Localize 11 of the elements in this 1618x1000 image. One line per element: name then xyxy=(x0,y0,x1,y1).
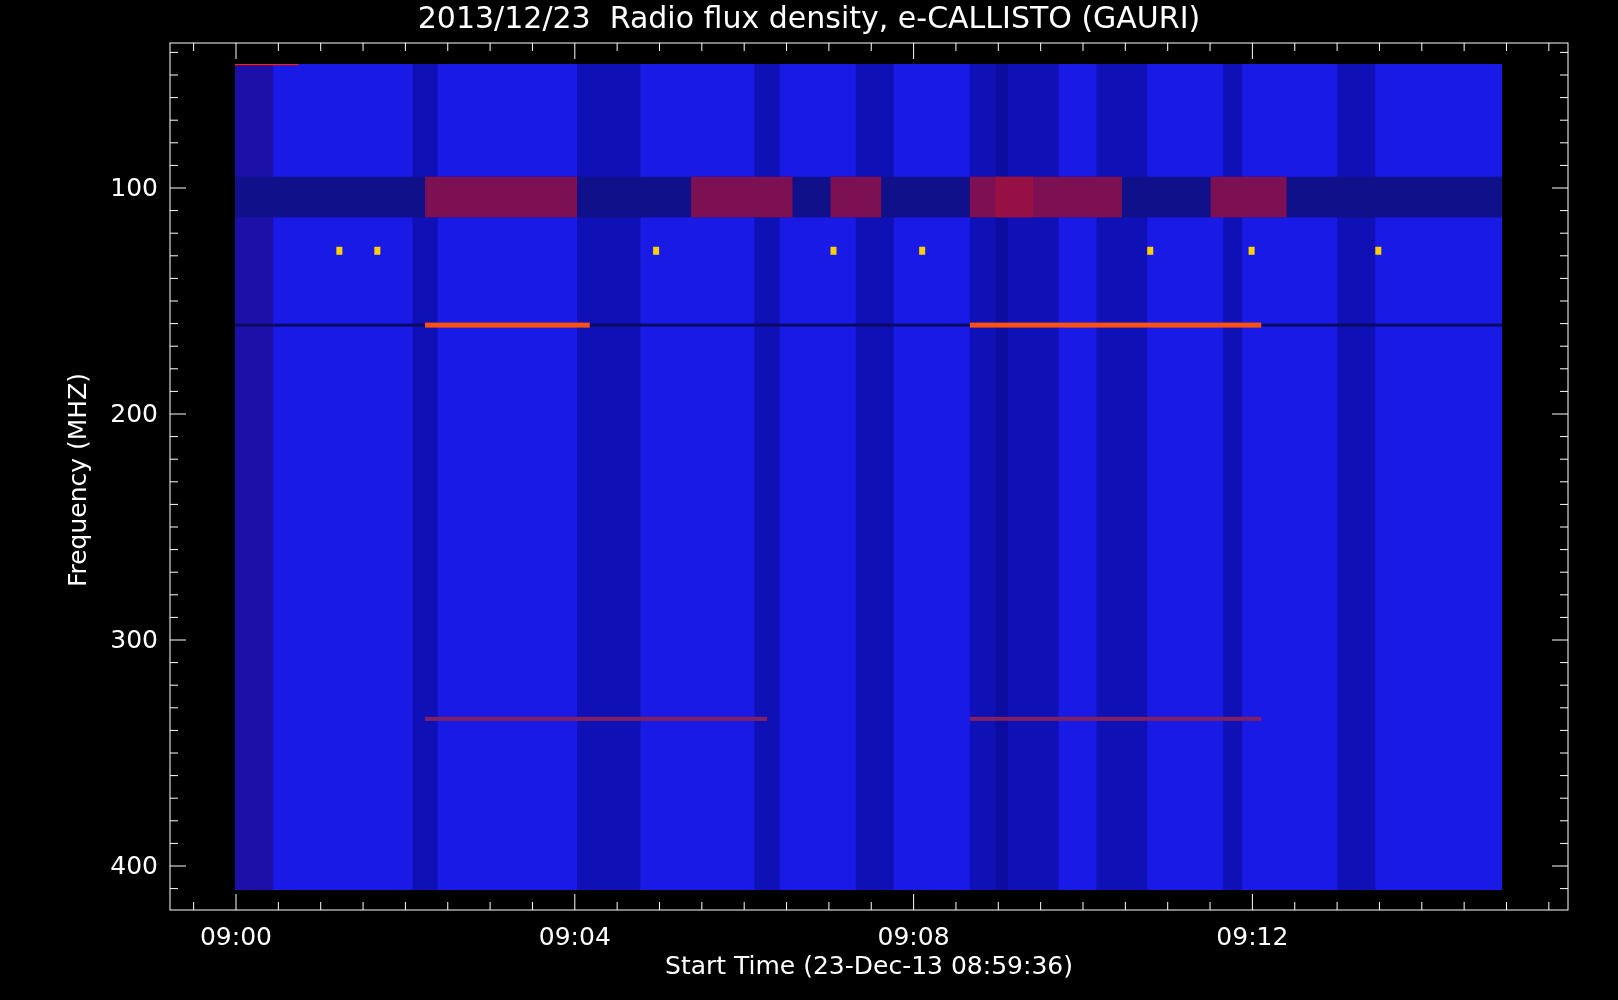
y-axis-label: Frequency (MHZ) xyxy=(64,372,90,588)
x-axis-label: Start Time (23-Dec-13 08:59:36) xyxy=(664,953,1074,978)
y-tick-label: 300 xyxy=(109,627,158,652)
x-tick-label: 09:12 xyxy=(1215,924,1290,949)
y-tick-label: 400 xyxy=(109,853,158,878)
y-tick-label: 100 xyxy=(109,175,158,200)
chart-title: 2013/12/23 Radio flux density, e-CALLISTO (GAURI) xyxy=(416,3,1202,33)
x-tick-label: 09:00 xyxy=(198,924,273,949)
x-tick-label: 09:04 xyxy=(537,924,612,949)
x-tick-label: 09:08 xyxy=(876,924,951,949)
y-tick-label: 200 xyxy=(109,401,158,426)
